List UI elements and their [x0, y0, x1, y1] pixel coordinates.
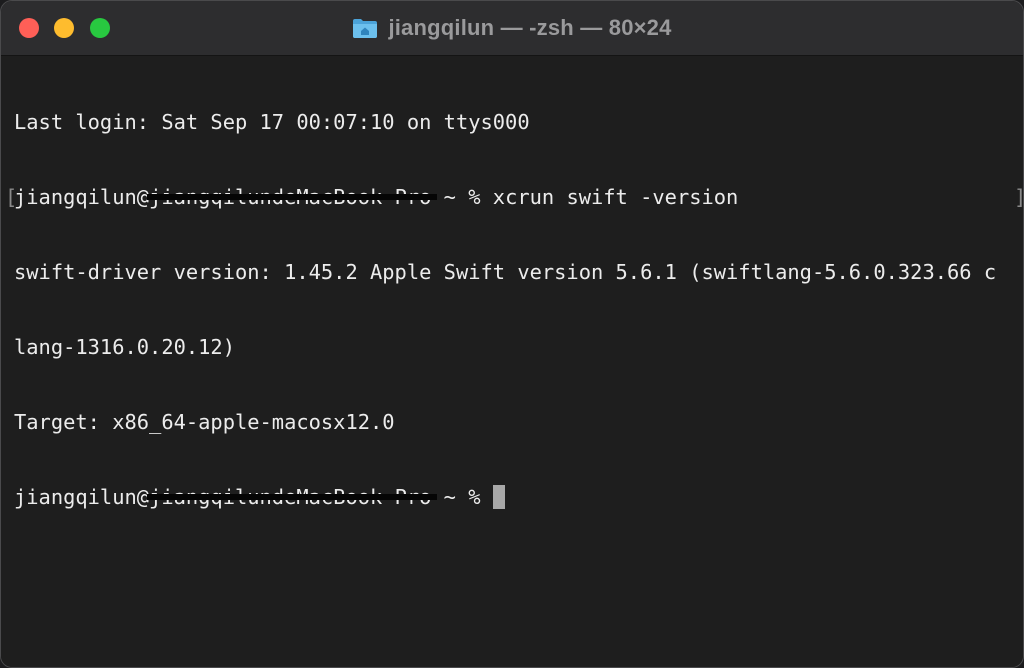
terminal-line: lang-1316.0.20.12) — [14, 335, 1023, 360]
output-text: swift-driver version: 1.45.2 Apple Swift… — [14, 260, 997, 284]
terminal-line: Target: x86_64-apple-macosx12.0 — [14, 410, 1023, 435]
prompt-host-redacted: jiangqilundeMacBook-Pro — [149, 185, 432, 209]
output-text: Target: x86_64-apple-macosx12.0 — [14, 410, 395, 434]
terminal-window: jiangqilun — -zsh — 80×24 Last login: Sa… — [0, 0, 1024, 668]
terminal-line: swift-driver version: 1.45.2 Apple Swift… — [14, 260, 1023, 285]
terminal-output[interactable]: Last login: Sat Sep 17 00:07:10 on ttys0… — [1, 56, 1023, 667]
folder-home-icon — [352, 17, 378, 39]
prompt-user: jiangqilun@ — [14, 185, 150, 209]
prompt-suffix: ~ % — [431, 185, 493, 209]
title-bar[interactable]: jiangqilun — -zsh — 80×24 — [1, 1, 1023, 56]
window-title-text: jiangqilun — -zsh — 80×24 — [388, 15, 672, 40]
terminal-line: Last login: Sat Sep 17 00:07:10 on ttys0… — [14, 110, 1023, 135]
prompt-host-redacted: jiangqilundeMacBook-Pro — [149, 485, 432, 509]
output-text: lang-1316.0.20.12) — [14, 335, 235, 359]
prompt-user: jiangqilun@ — [14, 485, 150, 509]
last-login-text: Last login: Sat Sep 17 00:07:10 on ttys0… — [14, 110, 530, 134]
line-mark-right: ] — [1014, 185, 1023, 210]
terminal-line: [jiangqilun@jiangqilundeMacBook-Pro ~ % … — [5, 185, 1023, 210]
window-title: jiangqilun — -zsh — 80×24 — [1, 1, 1023, 55]
prompt-suffix: ~ % — [431, 485, 493, 509]
command-text: xcrun swift -version — [492, 185, 739, 209]
line-mark-left: [ — [5, 185, 18, 209]
terminal-line: jiangqilun@jiangqilundeMacBook-Pro ~ % — [14, 485, 1023, 510]
text-cursor — [492, 485, 505, 509]
